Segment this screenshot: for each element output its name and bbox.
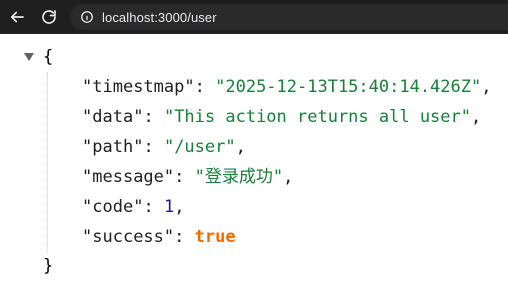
json-value-string: "This action returns all user" [163, 107, 472, 127]
info-icon[interactable] [80, 10, 94, 24]
collapse-triangle-icon [23, 50, 35, 68]
json-comma: , [235, 137, 246, 157]
json-key-quote-open: " [82, 77, 93, 97]
reload-icon [40, 8, 58, 26]
browser-toolbar: localhost:3000/user [0, 0, 508, 34]
json-key-quote-open: " [82, 227, 93, 247]
json-key-quote-open: " [82, 167, 93, 187]
json-comma: , [471, 107, 482, 127]
json-close-brace: } [43, 256, 54, 276]
json-colon: : [174, 167, 195, 187]
json-comma: , [283, 167, 294, 187]
json-viewer [0, 34, 508, 290]
url-text[interactable]: localhost:3000/user [102, 10, 217, 25]
json-entry-timestmap: "timestmap": "2025-12-13T15:40:14.426Z", [82, 76, 492, 98]
json-colon: : [143, 107, 164, 127]
collapse-toggle[interactable] [23, 53, 35, 65]
reload-button[interactable] [36, 4, 62, 30]
json-comma: , [481, 77, 492, 97]
json-value-string: "2025-12-13T15:40:14.426Z" [215, 77, 482, 97]
json-key-quote-open: " [82, 107, 93, 127]
json-key-quote-close: " [133, 107, 144, 127]
json-entry-success: "success": true [82, 226, 236, 248]
json-colon: : [194, 77, 216, 97]
address-bar[interactable]: localhost:3000/user [70, 4, 508, 30]
json-colon: : [143, 137, 164, 157]
back-button[interactable] [4, 4, 30, 30]
json-colon: : [174, 227, 195, 247]
json-key-quote-close: " [133, 137, 144, 157]
json-key: message [92, 167, 164, 187]
json-value-string: "/user" [163, 137, 236, 157]
json-value-boolean: true [194, 227, 236, 247]
json-key: success [92, 227, 164, 247]
json-entry-code: "code": 1, [82, 196, 184, 218]
json-value-number: 1 [163, 197, 175, 217]
json-key-quote-close: " [133, 197, 144, 217]
indent-guide [47, 72, 48, 252]
json-key-quote-open: " [82, 137, 93, 157]
json-entry-data: "data": "This action returns all user", [82, 106, 481, 128]
json-value-string: "登录成功" [194, 167, 284, 187]
json-key-quote-close: " [184, 77, 195, 97]
json-key: code [92, 197, 134, 217]
json-key: data [92, 107, 134, 127]
json-open-brace: { [43, 47, 54, 67]
json-comma: , [174, 197, 185, 217]
json-key: timestmap [92, 77, 185, 97]
json-key-quote-close: " [163, 227, 175, 247]
json-entry-path: "path": "/user", [82, 136, 246, 158]
json-colon: : [143, 197, 164, 217]
json-key-quote-open: " [82, 197, 93, 217]
json-entry-message: "message": "登录成功", [82, 166, 293, 188]
back-arrow-icon [8, 8, 26, 26]
json-key: path [92, 137, 134, 157]
json-key-quote-close: " [163, 167, 175, 187]
